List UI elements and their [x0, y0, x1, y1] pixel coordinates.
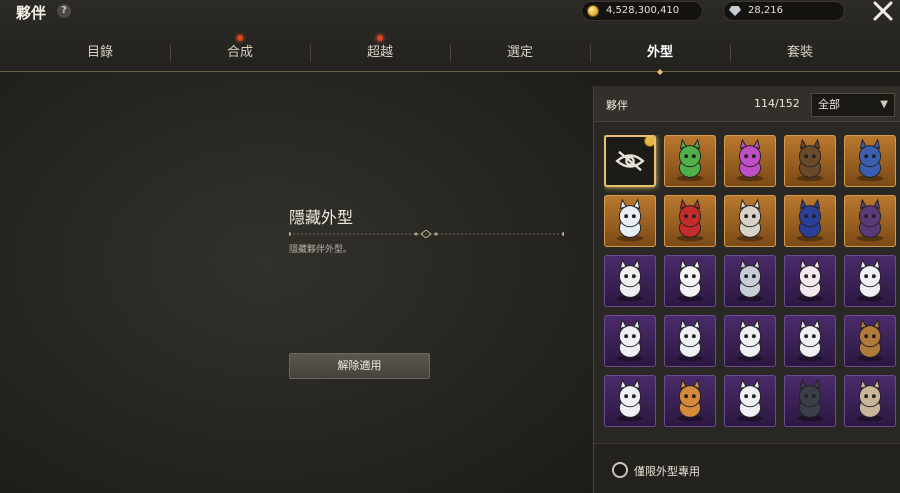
- appearance-only-label: 僅限外型專用: [634, 465, 700, 478]
- pet-slot[interactable]: [784, 255, 836, 307]
- pet-slot[interactable]: [724, 375, 776, 427]
- tab-transcend[interactable]: 超越: [310, 34, 450, 72]
- pet-slot[interactable]: [784, 375, 836, 427]
- pet-slot[interactable]: [724, 195, 776, 247]
- hide-appearance-slot[interactable]: [604, 135, 656, 187]
- equipped-badge-icon: [644, 137, 654, 147]
- tab-select[interactable]: 選定: [450, 34, 590, 72]
- gem-amount: 28,216: [748, 5, 783, 16]
- panda-rabbit-pet-icon: [676, 258, 704, 302]
- robot-pet-icon: [796, 318, 824, 362]
- tab-catalog[interactable]: 目錄: [30, 34, 170, 72]
- dark-beast-pet-icon: [796, 378, 824, 422]
- notification-dot: [377, 35, 383, 41]
- pet-slot[interactable]: [844, 195, 896, 247]
- pet-slot[interactable]: [844, 315, 896, 367]
- jester-pet-icon: [736, 138, 764, 182]
- preview-description: 隱藏夥伴外型。: [289, 245, 353, 255]
- pet-slot[interactable]: [604, 315, 656, 367]
- chevron-down-icon: ▼: [880, 99, 888, 110]
- pet-slot[interactable]: [664, 375, 716, 427]
- white-tiger-pet-icon: [616, 198, 644, 242]
- tab-synthesis[interactable]: 合成: [170, 34, 310, 72]
- preview-area: 隱藏外型 隱藏夥伴外型。 解除適用: [0, 72, 593, 493]
- close-icon[interactable]: [870, 0, 896, 24]
- pet-slot[interactable]: [724, 135, 776, 187]
- robot-pet-icon: [616, 318, 644, 362]
- blue-bird-pet-icon: [796, 198, 824, 242]
- pet-slot[interactable]: [604, 195, 656, 247]
- pet-grid: [604, 135, 900, 445]
- lion-pet-icon: [676, 378, 704, 422]
- pet-slot[interactable]: [664, 255, 716, 307]
- pet-slot[interactable]: [844, 255, 896, 307]
- robot-pet-icon: [676, 318, 704, 362]
- appearance-only-radio[interactable]: [612, 462, 628, 478]
- pet-slot[interactable]: [664, 135, 716, 187]
- ornament-divider: [289, 230, 564, 238]
- pet-slot[interactable]: [844, 135, 896, 187]
- mouse-pet-icon: [736, 258, 764, 302]
- pet-slot[interactable]: [844, 375, 896, 427]
- panel-header: 夥伴 114/152 全部 ▼: [594, 86, 900, 122]
- active-tab-marker: [648, 69, 672, 75]
- pet-slot[interactable]: [664, 195, 716, 247]
- bird-pet-icon: [796, 138, 824, 182]
- monkey-pet-icon: [856, 318, 884, 362]
- gold-coin-icon: [587, 5, 599, 17]
- pet-slot[interactable]: [604, 255, 656, 307]
- robot-pet-icon: [736, 318, 764, 362]
- purple-beast-pet-icon: [856, 198, 884, 242]
- blue-dragon-pet-icon: [856, 138, 884, 182]
- red-dragon-pet-icon: [676, 198, 704, 242]
- notification-dot: [237, 35, 243, 41]
- pet-slot[interactable]: [784, 195, 836, 247]
- gem-currency: 28,216: [723, 1, 845, 21]
- rabbit-pet-icon: [616, 258, 644, 302]
- robot-pet-icon: [736, 378, 764, 422]
- remove-appearance-button[interactable]: 解除適用: [289, 353, 430, 379]
- tab-appearance[interactable]: 外型: [590, 34, 730, 75]
- gold-amount: 4,528,300,410: [606, 5, 680, 16]
- pet-slot[interactable]: [784, 315, 836, 367]
- robot-pet-icon: [616, 378, 644, 422]
- pet-list-panel: 夥伴 114/152 全部 ▼ 僅限外型專用: [593, 86, 900, 493]
- pet-slot[interactable]: [604, 375, 656, 427]
- otter-pet-icon: [856, 378, 884, 422]
- pet-slot[interactable]: [664, 315, 716, 367]
- robot-pet-icon: [856, 258, 884, 302]
- panel-footer: 僅限外型專用: [594, 443, 900, 493]
- gold-currency: 4,528,300,410: [581, 1, 703, 21]
- pet-slot[interactable]: [784, 135, 836, 187]
- pink-rabbit-pet-icon: [796, 258, 824, 302]
- filter-dropdown[interactable]: 全部 ▼: [811, 93, 895, 117]
- panel-label: 夥伴: [606, 99, 628, 112]
- tab-set[interactable]: 套裝: [730, 34, 870, 72]
- pet-slot[interactable]: [724, 255, 776, 307]
- tab-bar: 目錄 合成 超越 選定 外型 套裝: [30, 34, 870, 75]
- top-bar: 夥伴 ? 4,528,300,410 28,216 目錄 合成 超越 選定 外型…: [0, 0, 900, 75]
- pet-slot[interactable]: [724, 315, 776, 367]
- question-mark-icon[interactable]: ?: [57, 4, 71, 18]
- filter-selected: 全部: [818, 98, 840, 111]
- gem-icon: [729, 6, 741, 16]
- page-title: 夥伴: [16, 4, 47, 22]
- owned-count: 114/152: [754, 97, 800, 110]
- preview-title: 隱藏外型: [289, 208, 354, 227]
- green-dragon-pet-icon: [676, 138, 704, 182]
- white-cat-pet-icon: [736, 198, 764, 242]
